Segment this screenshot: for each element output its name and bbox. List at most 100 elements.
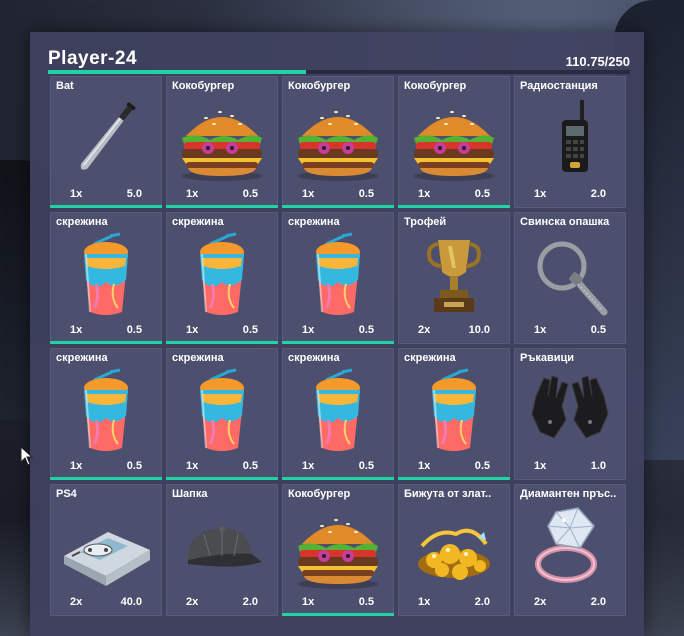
item-name: скрежина [172, 352, 224, 364]
item-weight: 0.5 [474, 460, 490, 472]
inventory-slot[interactable]: скрежина 1x 0.5 [282, 212, 394, 344]
item-name: Кокобургер [288, 80, 351, 92]
item-weight: 40.0 [120, 596, 142, 608]
item-durability-bar [282, 477, 394, 480]
item-weight: 0.5 [126, 324, 142, 336]
item-quantity: 1x [70, 460, 83, 472]
inventory-slot[interactable]: Трофей 2x 10.0 [398, 212, 510, 344]
item-weight: 2.0 [590, 596, 606, 608]
burger-icon [398, 96, 510, 184]
item-quantity: 1x [186, 188, 199, 200]
item-name: Ръкавици [520, 352, 575, 364]
item-weight: 10.0 [468, 324, 490, 336]
inventory-slot[interactable]: Кокобургер 1x 0.5 [166, 76, 278, 208]
item-name: Кокобургер [288, 488, 351, 500]
item-name: скрежина [288, 352, 340, 364]
item-durability-bar [398, 477, 510, 480]
item-weight: 0.5 [358, 324, 374, 336]
inventory-slot[interactable]: Кокобургер 1x 0.5 [398, 76, 510, 208]
mouse-cursor-icon [20, 446, 34, 466]
gold-jewelry-icon [398, 504, 510, 592]
item-name: Бижута от злат.. [404, 488, 492, 500]
slushie-icon [282, 368, 394, 456]
item-quantity: 1x [302, 324, 315, 336]
item-weight: 5.0 [126, 188, 142, 200]
item-durability-bar [282, 341, 394, 344]
item-weight: 0.5 [126, 460, 142, 472]
slushie-icon [50, 232, 162, 320]
item-quantity: 2x [418, 324, 431, 336]
item-durability-bar [398, 205, 510, 208]
burger-icon [282, 504, 394, 592]
console-icon [50, 504, 162, 592]
inventory-slot[interactable]: скрежина 1x 0.5 [50, 348, 162, 480]
item-weight: 0.5 [242, 460, 258, 472]
item-weight: 0.5 [358, 460, 374, 472]
slushie-icon [398, 368, 510, 456]
item-weight: 0.5 [242, 324, 258, 336]
item-quantity: 1x [302, 460, 315, 472]
item-quantity: 1x [534, 188, 547, 200]
inventory-slot[interactable]: скрежина 1x 0.5 [50, 212, 162, 344]
item-quantity: 1x [418, 596, 431, 608]
inventory-title: Player-24 [48, 48, 138, 69]
inventory-slot[interactable]: Кокобургер 1x 0.5 [282, 484, 394, 616]
item-quantity: 1x [534, 460, 547, 472]
inventory-slot[interactable]: скрежина 1x 0.5 [166, 348, 278, 480]
item-durability-bar [50, 205, 162, 208]
cap-icon [166, 504, 278, 592]
inventory-grid: Bat 1x 5.0 Кокобургер 1x 0.5 Кокобургер 1x 0.5 Ко… [50, 76, 630, 616]
inventory-panel: Player-24 110.75/250 Bat 1x 5.0 Кокобургер 1… [30, 32, 644, 636]
item-quantity: 1x [70, 324, 83, 336]
inventory-weight-text: 110.75/250 [565, 54, 630, 69]
burger-icon [166, 96, 278, 184]
item-weight: 0.5 [590, 324, 606, 336]
item-durability-bar [166, 205, 278, 208]
burger-icon [282, 96, 394, 184]
inventory-slot[interactable]: Свинска опашка 1x 0.5 [514, 212, 626, 344]
item-quantity: 1x [70, 188, 83, 200]
item-name: скрежина [56, 352, 108, 364]
item-durability-bar [282, 205, 394, 208]
inventory-slot[interactable]: Диамантен пръс.. 2x 2.0 [514, 484, 626, 616]
item-durability-bar [50, 477, 162, 480]
item-weight: 0.5 [242, 188, 258, 200]
inventory-slot[interactable]: Бижута от злат.. 1x 2.0 [398, 484, 510, 616]
item-name: PS4 [56, 488, 77, 500]
bat-icon [50, 96, 162, 184]
item-weight: 2.0 [242, 596, 258, 608]
inventory-slot[interactable]: скрежина 1x 0.5 [166, 212, 278, 344]
item-name: Bat [56, 80, 74, 92]
inventory-slot[interactable]: скрежина 1x 0.5 [282, 348, 394, 480]
item-weight: 2.0 [474, 596, 490, 608]
inventory-slot[interactable]: скрежина 1x 0.5 [398, 348, 510, 480]
item-weight: 0.5 [358, 596, 374, 608]
inventory-slot[interactable]: Ръкавици 1x 1.0 [514, 348, 626, 480]
item-name: Диамантен пръс.. [520, 488, 617, 500]
item-name: скрежина [56, 216, 108, 228]
inventory-slot[interactable]: Bat 1x 5.0 [50, 76, 162, 208]
item-quantity: 2x [70, 596, 83, 608]
item-name: скрежина [172, 216, 224, 228]
item-name: скрежина [288, 216, 340, 228]
item-name: Кокобургер [404, 80, 467, 92]
weight-progress-bar [48, 70, 630, 74]
item-quantity: 1x [186, 460, 199, 472]
item-quantity: 1x [534, 324, 547, 336]
item-weight: 1.0 [590, 460, 606, 472]
radio-icon [514, 96, 626, 184]
item-name: Кокобургер [172, 80, 235, 92]
inventory-slot[interactable]: Кокобургер 1x 0.5 [282, 76, 394, 208]
item-durability-bar [166, 341, 278, 344]
slushie-icon [50, 368, 162, 456]
item-quantity: 1x [186, 324, 199, 336]
item-quantity: 2x [534, 596, 547, 608]
inventory-slot[interactable]: Радиостанция 1x 2.0 [514, 76, 626, 208]
inventory-slot[interactable]: PS4 2x 40.0 [50, 484, 162, 616]
zip-tie-icon [514, 232, 626, 320]
item-quantity: 1x [418, 188, 431, 200]
inventory-slot[interactable]: Шапка 2x 2.0 [166, 484, 278, 616]
item-name: Шапка [172, 488, 208, 500]
item-quantity: 1x [418, 460, 431, 472]
item-weight: 0.5 [474, 188, 490, 200]
